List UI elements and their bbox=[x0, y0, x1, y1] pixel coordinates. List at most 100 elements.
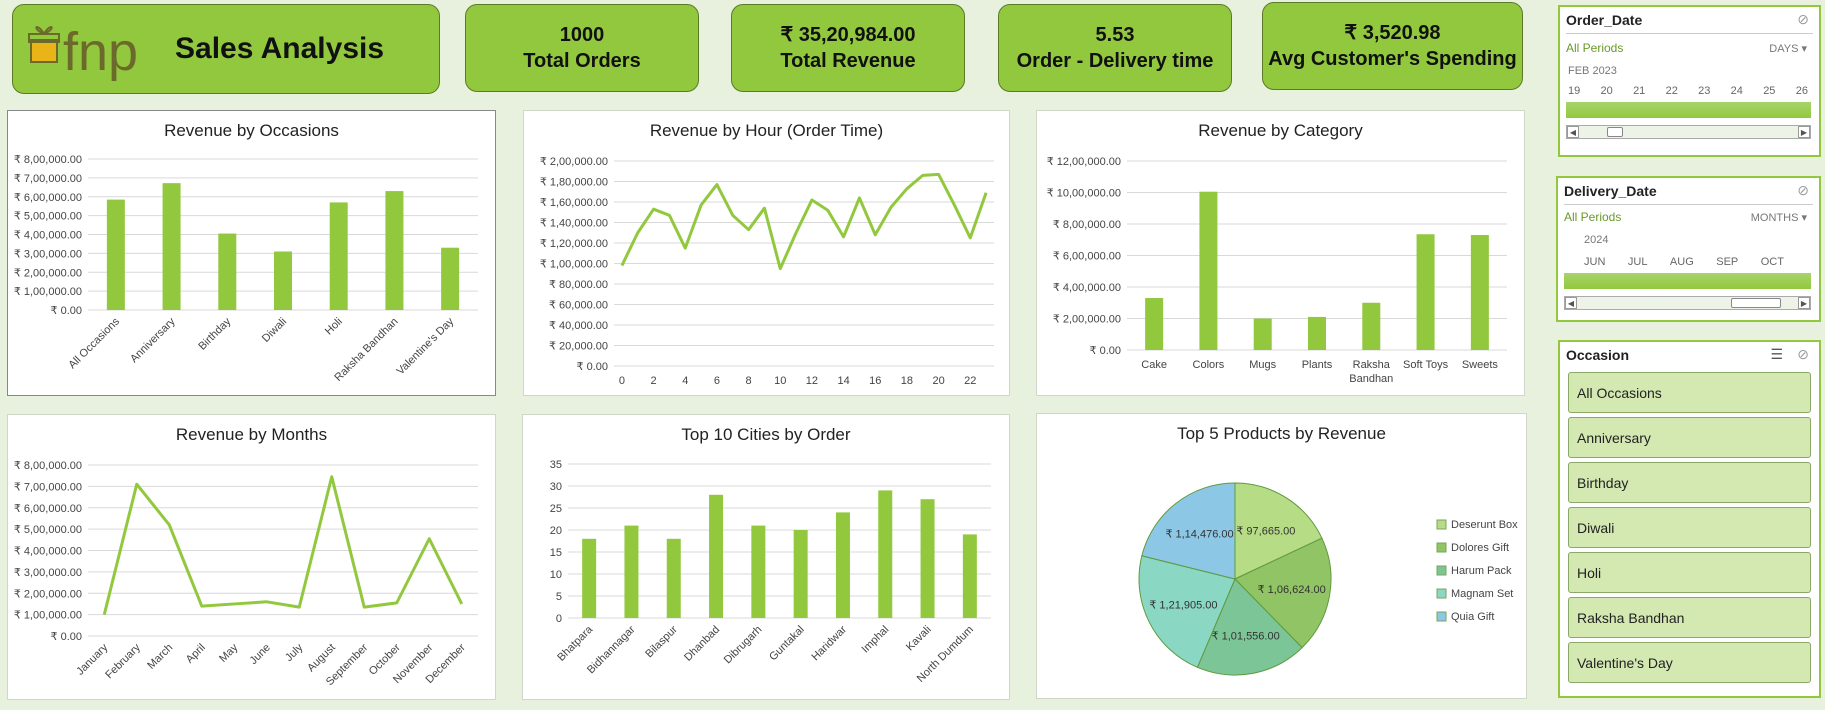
x-tick-label: Raksha bbox=[1353, 359, 1391, 371]
time-level-dropdown[interactable]: DAYS ▾ bbox=[1769, 42, 1807, 55]
all-periods-link[interactable]: All Periods bbox=[1564, 210, 1621, 224]
clear-filter-icon[interactable]: ⊘ bbox=[1797, 346, 1809, 363]
x-tick-label: 14 bbox=[837, 375, 849, 387]
y-tick-label: ₹ 6,00,000.00 bbox=[1053, 251, 1121, 263]
pie-data-label: ₹ 97,665.00 bbox=[1236, 525, 1295, 537]
timeline-selection-band[interactable] bbox=[1564, 273, 1811, 289]
y-tick-label: ₹ 0.00 bbox=[577, 361, 608, 373]
bar bbox=[329, 202, 348, 310]
timeline-tick: 23 bbox=[1698, 85, 1711, 97]
kpi-value: ₹ 35,20,984.00 bbox=[780, 24, 916, 46]
bar bbox=[751, 525, 766, 618]
y-tick-label: ₹ 6,00,000.00 bbox=[14, 503, 82, 515]
x-tick-label: 12 bbox=[806, 375, 818, 387]
bar bbox=[624, 525, 639, 618]
y-tick-label: ₹ 1,20,000.00 bbox=[540, 238, 608, 250]
x-tick-label: Birthday bbox=[196, 315, 233, 352]
time-level-label: MONTHS bbox=[1750, 212, 1799, 224]
bar bbox=[878, 490, 893, 618]
all-periods-link[interactable]: All Periods bbox=[1566, 41, 1623, 55]
y-tick-label: 35 bbox=[550, 459, 562, 471]
y-tick-label: ₹ 4,00,000.00 bbox=[14, 546, 82, 558]
y-tick-label: ₹ 1,00,000.00 bbox=[14, 286, 82, 298]
x-tick-label: Plants bbox=[1302, 359, 1333, 371]
y-tick-label: 10 bbox=[550, 569, 562, 581]
kpi-label: Order - Delivery time bbox=[1016, 50, 1214, 72]
header-banner: fnp Sales Analysis bbox=[12, 4, 440, 94]
x-tick-label: Dhanbad bbox=[682, 624, 722, 664]
x-tick-label: Cake bbox=[1141, 359, 1167, 371]
occasion-slicer-item[interactable]: Raksha Bandhan bbox=[1568, 597, 1811, 638]
y-tick-label: ₹ 80,000.00 bbox=[549, 279, 608, 291]
x-tick-label: June bbox=[248, 642, 273, 667]
y-tick-label: ₹ 3,00,000.00 bbox=[14, 248, 82, 260]
occasion-slicer-item[interactable]: Anniversary bbox=[1568, 417, 1811, 458]
scroll-left-icon[interactable]: ◀ bbox=[1565, 297, 1577, 309]
fnp-logo-icon: fnp bbox=[28, 22, 138, 82]
occasion-slicer-item[interactable]: Birthday bbox=[1568, 462, 1811, 503]
slicer-title: Delivery_Date bbox=[1564, 183, 1657, 199]
x-tick-label: July bbox=[283, 641, 306, 664]
y-tick-label: ₹ 8,00,000.00 bbox=[14, 154, 82, 166]
timeline-scrollbar[interactable]: ◀ ▶ bbox=[1564, 296, 1811, 310]
delivery-date-slicer[interactable]: Delivery_Date ⊘ All Periods MONTHS ▾ 202… bbox=[1556, 176, 1821, 322]
chart-revenue-category: Revenue by Category ₹ 0.00 ₹ 2,00,000.00 ₹… bbox=[1036, 110, 1525, 396]
clear-filter-icon[interactable]: ⊘ bbox=[1797, 182, 1809, 199]
scroll-thumb[interactable] bbox=[1731, 298, 1781, 308]
kpi-label: Avg Customer's Spending bbox=[1268, 48, 1517, 70]
y-tick-label: ₹ 0.00 bbox=[51, 631, 82, 643]
period-label: FEB 2023 bbox=[1568, 65, 1617, 77]
scroll-left-icon[interactable]: ◀ bbox=[1567, 126, 1579, 138]
chart-top-cities: Top 10 Cities by Order 0 5 10 15 20 25 30 35 Bha… bbox=[522, 414, 1010, 700]
occasion-slicer-item[interactable]: All Occasions bbox=[1568, 372, 1811, 413]
chart-svg: ₹ 97,665.00 ₹ 1,06,624.00 ₹ 1,01,556.00 ₹ 1… bbox=[1138, 482, 1518, 676]
scroll-thumb[interactable] bbox=[1607, 127, 1623, 137]
scroll-right-icon[interactable]: ▶ bbox=[1798, 297, 1810, 309]
x-tick-label: Bandhan bbox=[1349, 373, 1393, 385]
x-tick-label: 4 bbox=[682, 375, 688, 387]
occasion-slicer[interactable]: Occasion ☰ ⊘ All Occasions Anniversary Bir… bbox=[1558, 340, 1821, 698]
legend-swatch bbox=[1436, 519, 1447, 530]
y-tick-label: ₹ 3,00,000.00 bbox=[14, 567, 82, 579]
order-date-slicer[interactable]: Order_Date ⊘ All Periods DAYS ▾ FEB 2023… bbox=[1558, 5, 1821, 157]
bar bbox=[441, 247, 460, 310]
timeline-scrollbar[interactable]: ◀ ▶ bbox=[1566, 125, 1811, 139]
scroll-right-icon[interactable]: ▶ bbox=[1798, 126, 1810, 138]
bar bbox=[106, 199, 125, 310]
timeline-tick: 21 bbox=[1633, 85, 1646, 97]
timeline-ticks: 19 20 21 22 23 24 25 26 bbox=[1568, 85, 1808, 97]
chart-revenue-hour: Revenue by Hour (Order Time) ₹ 0.00 ₹ 20,… bbox=[523, 110, 1010, 396]
y-tick-label: ₹ 1,80,000.00 bbox=[540, 177, 608, 189]
occasion-slicer-item[interactable]: Holi bbox=[1568, 552, 1811, 593]
multi-select-icon[interactable]: ☰ bbox=[1770, 346, 1783, 363]
y-tick-label: ₹ 1,00,000.00 bbox=[14, 610, 82, 622]
timeline-tick: 19 bbox=[1568, 85, 1581, 97]
timeline-selection-band[interactable] bbox=[1566, 102, 1811, 118]
legend-label: Deserunt Box bbox=[1451, 519, 1518, 531]
time-level-dropdown[interactable]: MONTHS ▾ bbox=[1751, 211, 1807, 224]
series-line bbox=[102, 475, 464, 615]
bar bbox=[793, 530, 808, 618]
y-tick-label: 0 bbox=[556, 613, 562, 625]
pie-data-label: ₹ 1,14,476.00 bbox=[1165, 529, 1233, 541]
x-tick-label: May bbox=[217, 641, 241, 665]
clear-filter-icon[interactable]: ⊘ bbox=[1797, 11, 1809, 28]
timeline-tick: OCT bbox=[1760, 256, 1784, 268]
bar bbox=[666, 538, 681, 618]
period-label: 2024 bbox=[1584, 234, 1609, 246]
x-tick-label: Sweets bbox=[1462, 359, 1499, 371]
chart-svg: ₹ 0.00 ₹ 2,00,000.00 ₹ 4,00,000.00 ₹ 6,00,0… bbox=[1047, 156, 1507, 385]
bar bbox=[274, 251, 292, 310]
y-tick-label: 25 bbox=[550, 503, 562, 515]
legend-label: Quia Gift bbox=[1451, 611, 1494, 623]
bar bbox=[1199, 191, 1218, 350]
legend-swatch bbox=[1436, 588, 1447, 599]
bar bbox=[385, 191, 404, 310]
y-tick-label: 5 bbox=[556, 591, 562, 603]
occasion-slicer-item[interactable]: Valentine's Day bbox=[1568, 642, 1811, 683]
legend-label: Harum Pack bbox=[1451, 565, 1512, 577]
bar bbox=[1416, 234, 1435, 350]
occasion-slicer-item[interactable]: Diwali bbox=[1568, 507, 1811, 548]
x-tick-label: All Occasions bbox=[66, 315, 122, 371]
x-tick-label: 2 bbox=[651, 375, 657, 387]
